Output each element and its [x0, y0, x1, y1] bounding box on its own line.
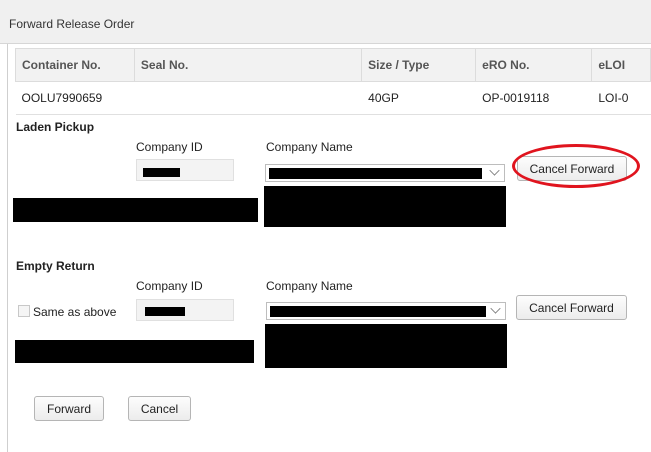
redaction-block [264, 186, 506, 227]
cell-container-no: OOLU7990659 [15, 81, 135, 115]
cell-ero-no: OP-0019118 [475, 81, 592, 115]
cancel-button[interactable]: Cancel [128, 396, 191, 421]
empty-company-name-select[interactable] [266, 302, 506, 320]
column-header-ero-no[interactable]: eRO No. [475, 48, 593, 82]
column-header-seal-no[interactable]: Seal No. [133, 48, 363, 82]
redaction-mask [270, 306, 486, 317]
redaction-block [265, 324, 507, 368]
forward-button[interactable]: Forward [34, 396, 104, 421]
laden-pickup-title: Laden Pickup [16, 120, 95, 134]
same-as-above-checkbox[interactable] [18, 305, 30, 317]
dialog-title: Forward Release Order [9, 17, 135, 31]
laden-company-name-select[interactable] [265, 164, 505, 182]
cell-eloi: LOI-0 [591, 81, 651, 115]
laden-company-name-label: Company Name [266, 140, 353, 154]
column-header-container-no[interactable]: Container No. [15, 48, 135, 82]
same-as-above-label[interactable]: Same as above [33, 305, 116, 319]
empty-cancel-forward-button[interactable]: Cancel Forward [516, 295, 627, 320]
chevron-down-icon [490, 303, 501, 314]
column-header-eloi[interactable]: eLOI [591, 48, 651, 82]
table-row[interactable]: OOLU7990659 40GP OP-0019118 LOI-0 [15, 81, 651, 115]
empty-company-id-label: Company ID [136, 279, 203, 293]
table-header-row: Container No. Seal No. Size / Type eRO N… [15, 48, 651, 82]
redaction-block [15, 340, 254, 363]
column-header-size-type[interactable]: Size / Type [361, 48, 477, 82]
dialog-titlebar: Forward Release Order [0, 0, 651, 44]
laden-cancel-forward-button[interactable]: Cancel Forward [517, 156, 627, 181]
cell-seal-no [134, 81, 362, 115]
laden-company-id-field[interactable] [136, 159, 234, 181]
container-grid: Container No. Seal No. Size / Type eRO N… [15, 48, 651, 116]
empty-company-id-field[interactable] [136, 299, 234, 321]
chevron-down-icon [489, 165, 500, 176]
cell-size-type: 40GP [361, 81, 476, 115]
redaction-mask [143, 168, 180, 177]
container-table: Container No. Seal No. Size / Type eRO N… [15, 48, 651, 115]
redaction-mask [145, 307, 185, 316]
empty-company-name-label: Company Name [266, 279, 353, 293]
redaction-mask [269, 168, 482, 179]
empty-return-title: Empty Return [16, 259, 95, 273]
laden-company-id-label: Company ID [136, 140, 203, 154]
redaction-block [13, 198, 258, 222]
